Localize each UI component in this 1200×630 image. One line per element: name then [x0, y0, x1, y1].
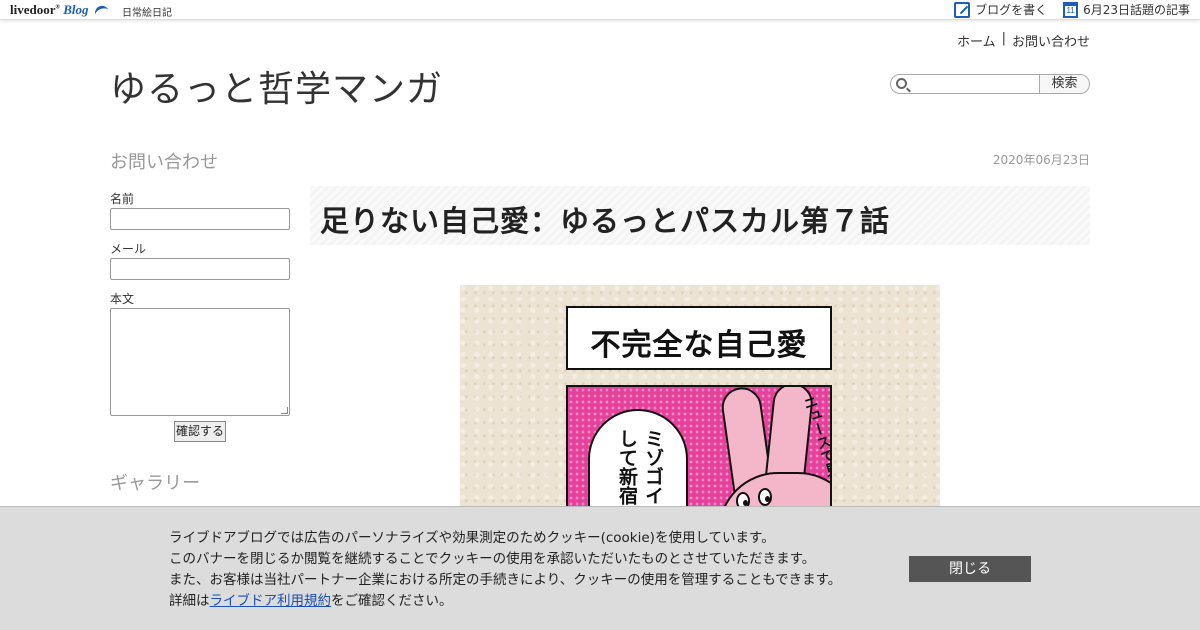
search-button[interactable]: 検索	[1039, 74, 1090, 94]
blog-name-link[interactable]: 日常絵日記	[122, 4, 172, 19]
cookie-line-2: このバナーを閉じるか閲覧を継続することでクッキーの使用を承認いただいたものとさせ…	[169, 551, 816, 567]
cookie-text: ライブドアブログでは広告のパーソナライズや効果測定のためクッキー(cookie)…	[169, 528, 841, 612]
write-blog-link[interactable]: ブログを書く	[954, 1, 1047, 18]
post-date: 2020年06月23日	[992, 153, 1090, 167]
trending-articles-label: 6月23日話題の記事	[1083, 3, 1190, 17]
close-banner-button[interactable]: 閉じる	[909, 556, 1031, 582]
bunny-eye-right	[758, 488, 772, 506]
logo-text: livedoor	[10, 2, 56, 17]
search-icon	[896, 78, 907, 89]
pencil-edit-icon	[954, 1, 971, 18]
body-textarea[interactable]	[110, 308, 290, 416]
search-input[interactable]	[890, 74, 1040, 94]
calendar-icon: 11	[1063, 1, 1079, 18]
top-actions: ブログを書く 11 6月23日話題の記事	[954, 1, 1190, 18]
cookie-line-1: ライブドアブログでは広告のパーソナライズや効果測定のためクッキー(cookie)…	[169, 530, 775, 546]
trending-articles-link[interactable]: 11 6月23日話題の記事	[1063, 1, 1190, 18]
livedoor-logo[interactable]: livedoor® Blog	[10, 2, 109, 18]
gallery-heading: ギャラリー	[110, 473, 200, 494]
nav-separator: |	[1001, 31, 1006, 46]
email-label: メール	[110, 242, 147, 256]
sidebar: お問い合わせ 名前 メール 本文 確認する	[110, 148, 290, 442]
cookie-line-4-prefix: 詳細は	[169, 593, 210, 609]
body-label: 本文	[110, 292, 135, 306]
write-blog-label: ブログを書く	[975, 3, 1048, 17]
manga-title-text: 不完全な自己愛	[590, 328, 808, 363]
livedoor-topbar: livedoor® Blog 日常絵日記 ブログを書く 11 6月23日話題の記…	[0, 0, 1200, 20]
search-form: 検索	[890, 74, 1090, 94]
header-nav: ホーム | お問い合わせ	[957, 31, 1090, 50]
contact-heading: お問い合わせ	[110, 152, 218, 173]
cookie-banner: ライブドアブログでは広告のパーソナライズや効果測定のためクッキー(cookie)…	[0, 506, 1200, 630]
site-title[interactable]: ゆるっと哲学マンガ	[110, 60, 443, 112]
cookie-line-4-suffix: をご確認ください。	[331, 593, 453, 609]
email-field[interactable]	[110, 258, 290, 280]
manga-title-box: 不完全な自己愛	[566, 306, 832, 370]
post-title-bar: 足りない自己愛：ゆるっとパスカル第７話	[310, 186, 1090, 245]
terms-link[interactable]: ライブドア利用規約	[210, 593, 332, 609]
cookie-line-4: 詳細はライブドア利用規約をご確認ください。	[169, 591, 841, 612]
name-label: 名前	[110, 192, 135, 206]
name-field[interactable]	[110, 208, 290, 230]
post-title[interactable]: 足りない自己愛：ゆるっとパスカル第７話	[320, 198, 890, 240]
confirm-button[interactable]: 確認する	[174, 421, 226, 442]
cookie-line-3: また、お客様は当社パートナー企業における所定の手続きにより、クッキーの使用を管理…	[169, 572, 842, 588]
resize-handle[interactable]	[281, 407, 288, 414]
logo-blog-text: Blog	[63, 2, 89, 17]
home-link[interactable]: ホーム	[957, 31, 996, 50]
contact-link[interactable]: お問い合わせ	[1012, 31, 1090, 50]
wing-icon	[92, 3, 109, 17]
